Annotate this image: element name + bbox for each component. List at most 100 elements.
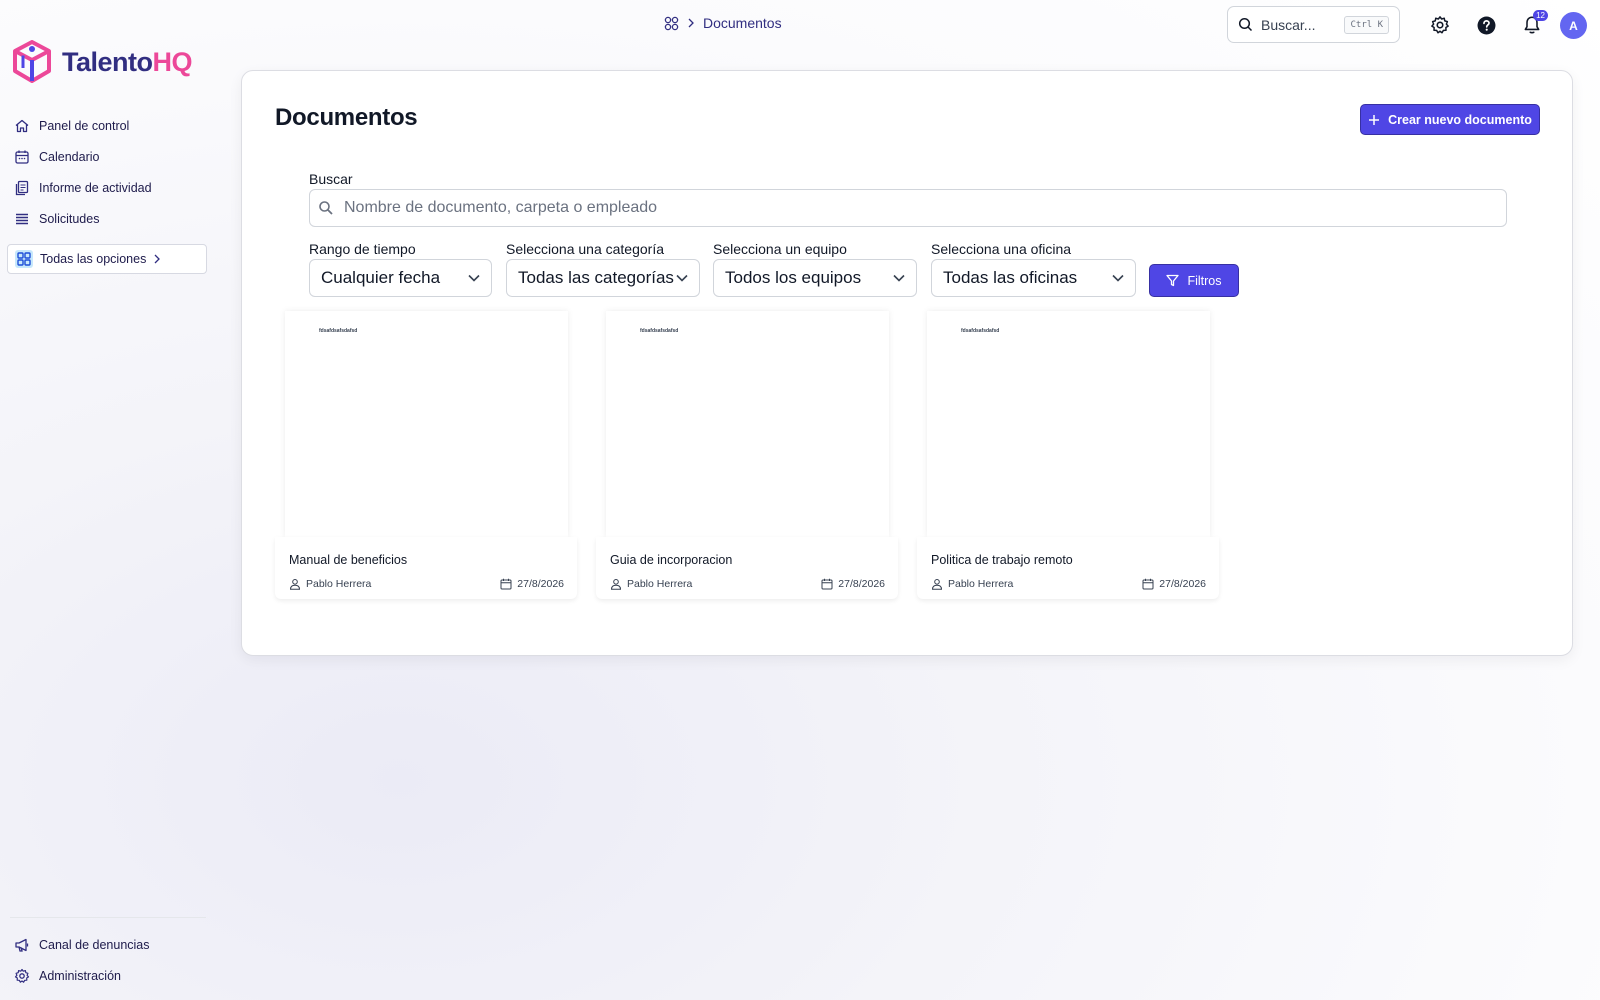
document-preview: fdsafdsafsdafsd — [285, 311, 568, 537]
document-preview: fdsafdsafsdafsd — [606, 311, 889, 537]
sidebar-item-panel-de-control[interactable]: Panel de control — [14, 110, 206, 141]
apps-grid-icon[interactable] — [664, 16, 679, 31]
plus-icon — [1369, 114, 1380, 125]
home-icon — [15, 119, 29, 132]
calendar-icon — [500, 578, 512, 590]
user-icon — [610, 579, 622, 590]
all-options-button[interactable]: Todas las opciones — [7, 244, 207, 274]
category-label: Selecciona una categoría — [506, 241, 664, 257]
keyboard-shortcut: Ctrl K — [1344, 15, 1389, 34]
notification-badge: 12 — [1533, 10, 1548, 21]
chevron-down-icon — [676, 274, 688, 282]
create-document-button[interactable]: Crear nuevo documento — [1360, 104, 1540, 135]
document-author-name: Pablo Herrera — [948, 578, 1014, 590]
help-button[interactable] — [1474, 13, 1498, 37]
sidebar-item-calendario[interactable]: Calendario — [14, 141, 206, 172]
office-select[interactable]: Todas las oficinas — [931, 259, 1136, 297]
document-date-value: 27/8/2026 — [517, 578, 564, 590]
document-card-footer: Politica de trabajo remoto Pablo Herrera… — [917, 537, 1219, 599]
sidebar-item-label: Calendario — [39, 149, 100, 164]
office-label: Selecciona una oficina — [931, 241, 1072, 257]
logo-text-primary: Talento — [62, 46, 153, 77]
document-author: Pablo Herrera — [931, 578, 1013, 590]
team-label: Selecciona un equipo — [713, 241, 847, 257]
chevron-down-icon — [468, 274, 480, 282]
search-icon — [1238, 17, 1253, 32]
team-value: Todos los equipos — [725, 268, 862, 287]
document-date: 27/8/2026 — [500, 578, 564, 590]
breadcrumb: Documentos — [664, 15, 782, 31]
filters-button[interactable]: Filtros — [1149, 264, 1239, 297]
preview-text: fdsafdsafsdafsd — [961, 328, 1000, 334]
document-card[interactable]: fdsafdsafsdafsd Manual de beneficios Pab… — [275, 311, 577, 599]
document-preview: fdsafdsafsdafsd — [927, 311, 1210, 537]
document-date-value: 27/8/2026 — [1159, 578, 1206, 590]
document-card-footer: Manual de beneficios Pablo Herrera 27/8/… — [275, 537, 577, 599]
category-select[interactable]: Todas las categorías — [506, 259, 700, 297]
document-card-footer: Guia de incorporacion Pablo Herrera 27/8… — [596, 537, 898, 599]
apps-grid-icon — [15, 250, 33, 268]
sidebar-item-label: Canal de denuncias — [39, 937, 150, 952]
document-date-value: 27/8/2026 — [838, 578, 885, 590]
sidebar-nav: Panel de control Calendario Informe de a… — [14, 110, 206, 234]
gear-icon — [1431, 16, 1449, 34]
document-card[interactable]: fdsafdsafsdafsd Politica de trabajo remo… — [917, 311, 1219, 599]
settings-button[interactable] — [1428, 13, 1452, 37]
chevron-right-icon — [688, 18, 694, 28]
sidebar-divider — [10, 917, 206, 918]
sidebar-item-solicitudes[interactable]: Solicitudes — [14, 203, 206, 234]
chevron-down-icon — [1112, 274, 1124, 282]
document-date: 27/8/2026 — [1142, 578, 1206, 590]
avatar[interactable]: A — [1560, 12, 1587, 39]
chevron-down-icon — [893, 274, 905, 282]
document-card[interactable]: fdsafdsafsdafsd Guia de incorporacion Pa… — [596, 311, 898, 599]
global-search-placeholder: Buscar... — [1261, 16, 1316, 33]
sidebar-item-canal-de-denuncias[interactable]: Canal de denuncias — [14, 929, 206, 960]
document-search-field[interactable] — [309, 189, 1507, 227]
sidebar-item-informe-de-actividad[interactable]: Informe de actividad — [14, 172, 206, 203]
sidebar-item-administracion[interactable]: Administración — [14, 960, 206, 991]
calendar-icon — [821, 578, 833, 590]
document-date: 27/8/2026 — [821, 578, 885, 590]
sidebar-item-label: Solicitudes — [39, 211, 100, 226]
documents-panel: Documentos Crear nuevo documento Buscar … — [241, 70, 1573, 656]
preview-text: fdsafdsafsdafsd — [319, 328, 358, 334]
user-icon — [289, 579, 301, 590]
megaphone-icon — [15, 938, 29, 952]
sidebar: TalentoHQ Panel de control Calendario In… — [0, 0, 214, 1000]
search-label: Buscar — [309, 171, 353, 187]
report-icon — [15, 180, 29, 195]
category-value: Todas las categorías — [518, 268, 674, 287]
create-document-label: Crear nuevo documento — [1388, 112, 1532, 127]
filters-label: Filtros — [1187, 273, 1222, 288]
document-author: Pablo Herrera — [289, 578, 371, 590]
chevron-right-icon — [154, 254, 161, 264]
time-range-label: Rango de tiempo — [309, 241, 416, 257]
all-options-label: Todas las opciones — [40, 252, 147, 266]
document-author: Pablo Herrera — [610, 578, 692, 590]
time-range-select[interactable]: Cualquier fecha — [309, 259, 492, 297]
team-select[interactable]: Todos los equipos — [713, 259, 917, 297]
document-search-input[interactable] — [344, 199, 1464, 217]
sidebar-item-label: Administración — [39, 968, 121, 983]
sidebar-item-label: Panel de control — [39, 118, 130, 133]
logo[interactable]: TalentoHQ — [12, 40, 192, 84]
document-title: Politica de trabajo remoto — [931, 553, 1073, 567]
sidebar-bottom-nav: Canal de denuncias Administración — [14, 929, 206, 991]
page-title: Documentos — [275, 104, 418, 131]
gear-icon — [14, 968, 30, 983]
search-icon — [319, 201, 333, 215]
cube-logo-icon — [13, 40, 51, 83]
notifications-button[interactable]: 12 — [1520, 10, 1548, 37]
office-value: Todas las oficinas — [943, 268, 1078, 287]
sidebar-item-label: Informe de actividad — [39, 180, 152, 195]
help-icon — [1477, 16, 1495, 34]
document-title: Manual de beneficios — [289, 553, 408, 567]
global-search[interactable]: Buscar... Ctrl K — [1227, 6, 1400, 43]
breadcrumb-current: Documentos — [703, 15, 782, 31]
calendar-icon — [1142, 578, 1154, 590]
stack-icon — [16, 213, 28, 224]
time-range-value: Cualquier fecha — [321, 268, 441, 287]
filter-icon — [1166, 274, 1180, 287]
user-icon — [931, 579, 943, 590]
